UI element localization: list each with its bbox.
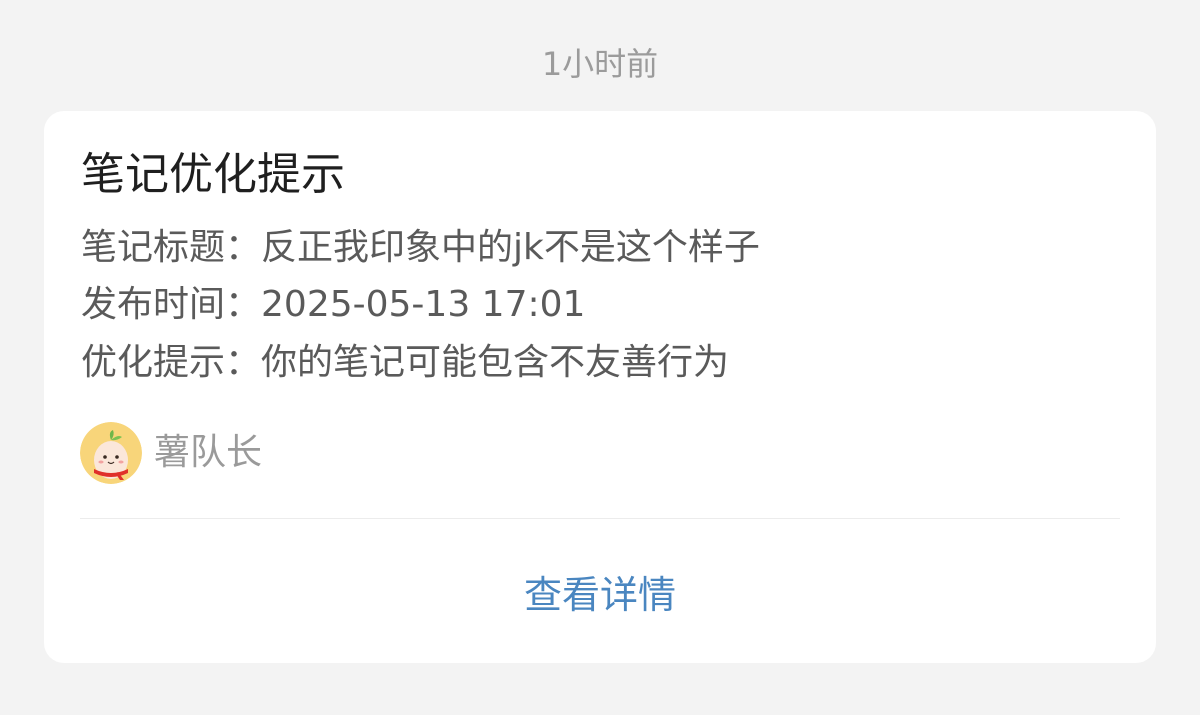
author-info[interactable]: 薯队长: [80, 422, 262, 484]
publish-time-value: 2025-05-13 17:01: [261, 284, 586, 325]
note-title-value: 反正我印象中的jk不是这个样子: [261, 227, 760, 268]
note-title-row: 笔记标题：反正我印象中的jk不是这个样子: [81, 225, 760, 271]
view-details-button[interactable]: 查看详情: [44, 519, 1156, 663]
optimization-tip-row: 优化提示：你的笔记可能包含不友善行为: [81, 340, 729, 386]
note-title-label: 笔记标题：: [81, 227, 262, 268]
notification-card: 笔记优化提示 笔记标题：反正我印象中的jk不是这个样子 发布时间：2025-05…: [44, 111, 1156, 663]
potato-mascot-avatar-icon[interactable]: [80, 422, 142, 484]
optimization-tip-value: 你的笔记可能包含不友善行为: [261, 342, 730, 383]
notification-timestamp: 1小时前: [541, 45, 659, 83]
notification-title: 笔记优化提示: [81, 149, 345, 200]
publish-time-row: 发布时间：2025-05-13 17:01: [81, 282, 585, 328]
optimization-tip-label: 优化提示：: [81, 342, 262, 383]
publish-time-label: 发布时间：: [81, 284, 262, 325]
author-name[interactable]: 薯队长: [154, 430, 262, 476]
